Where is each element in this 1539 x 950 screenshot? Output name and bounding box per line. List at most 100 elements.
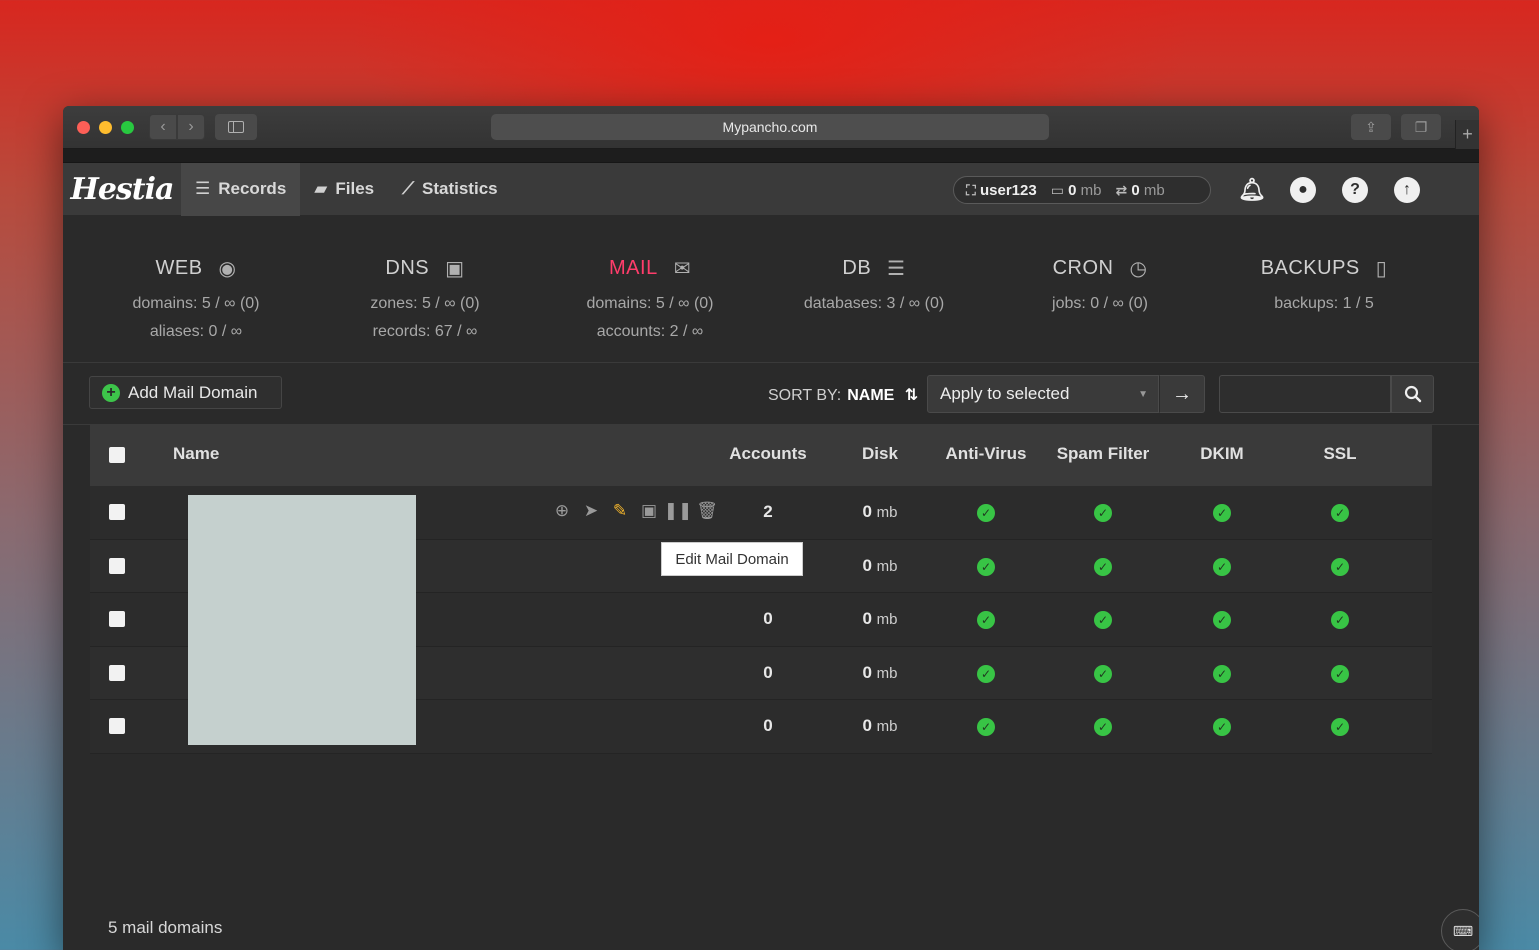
stat-backups-line1: backups: 1 / 5 xyxy=(1274,295,1374,312)
dns-records-icon[interactable]: ▣ xyxy=(639,501,659,521)
check-circle-icon: ✓ xyxy=(1213,557,1231,576)
sort-icon: ⇅ xyxy=(904,387,919,404)
disk-usage: 0 xyxy=(1068,181,1077,199)
check-circle-icon: ✓ xyxy=(977,504,995,522)
stat-web-line2: aliases: 0 / ∞ xyxy=(149,323,243,340)
disk-value: 0 xyxy=(862,555,872,575)
check-circle-icon: ✓ xyxy=(977,611,995,629)
stat-cron[interactable]: CRON ◷ jobs: 0 / ∞ (0) xyxy=(1000,256,1200,313)
nav-files-label: Files xyxy=(335,179,375,198)
mail-domain-count: 5 mail domains xyxy=(108,918,223,937)
bulk-action-placeholder: Apply to selected xyxy=(940,384,1070,403)
disk-cell: 0 mb xyxy=(840,502,920,522)
disk-cell: 0 mb xyxy=(840,556,920,576)
chevron-down-icon: ▼ xyxy=(1138,388,1148,400)
disk-value: 0 xyxy=(862,609,872,628)
add-account-icon[interactable]: ⊕ xyxy=(552,501,572,521)
new-tab-button[interactable]: + xyxy=(1455,120,1479,149)
check-circle-icon: ✓ xyxy=(1094,664,1112,683)
accounts-cell: 2 xyxy=(763,502,773,521)
stat-web[interactable]: WEB ◉ domains: 5 / ∞ (0) aliases: 0 / ∞ xyxy=(96,256,296,341)
nav-statistics-label: Statistics xyxy=(422,179,498,198)
address-bar[interactable]: Mypancho.com xyxy=(491,114,1049,140)
check-circle-icon: ✓ xyxy=(1331,557,1349,576)
search-input[interactable] xyxy=(1219,375,1391,413)
sidebar-toggle-button[interactable] xyxy=(215,114,257,140)
keyboard-shortcuts-button[interactable]: ⌨ xyxy=(1441,909,1479,950)
bandwidth-usage: 0 xyxy=(1131,181,1140,199)
check-circle-icon: ✓ xyxy=(1213,718,1231,736)
header-spam-filter: Spam Filter xyxy=(1056,444,1150,463)
suspend-icon[interactable]: ❚❚ xyxy=(664,501,693,521)
row-checkbox[interactable] xyxy=(109,611,125,627)
dkim-status: ✓ xyxy=(1170,556,1274,576)
disk-unit: mb xyxy=(876,718,898,735)
disk-unit: mb xyxy=(1080,181,1102,199)
sort-by-control[interactable]: SORT BY: NAME ⇅ xyxy=(768,385,918,405)
edit-icon[interactable]: ✎ xyxy=(610,501,630,521)
header-name[interactable]: Name xyxy=(173,444,219,464)
header-ssl: SSL xyxy=(1323,444,1357,463)
add-mail-domain-button[interactable]: + Add Mail Domain xyxy=(89,376,282,409)
close-window-button[interactable] xyxy=(77,121,90,134)
bell-icon[interactable]: 🔔︎ xyxy=(1238,177,1266,203)
user-summary[interactable]: ⛶ user123 ▭ 0 mb ⇄ 0 mb xyxy=(953,176,1211,204)
globe-icon: ◉ xyxy=(218,258,237,280)
search-button[interactable] xyxy=(1391,375,1434,413)
upload-icon[interactable]: ↑ xyxy=(1394,177,1420,203)
sort-by-value: NAME xyxy=(847,387,895,404)
forward-button[interactable]: › xyxy=(177,114,205,140)
minimize-window-button[interactable] xyxy=(99,121,112,134)
stat-db-title: DB xyxy=(842,257,872,279)
user-circle-icon[interactable]: ● xyxy=(1290,177,1316,203)
row-checkbox[interactable] xyxy=(109,504,125,520)
antivirus-status: ✓ xyxy=(936,663,1036,683)
row-checkbox[interactable] xyxy=(109,664,125,681)
row-checkbox[interactable] xyxy=(109,718,125,734)
nav-statistics[interactable]: ⟋ Statistics xyxy=(388,163,512,216)
hestia-logo[interactable]: Hestia xyxy=(63,163,181,216)
row-checkbox[interactable] xyxy=(109,557,125,574)
stat-dns[interactable]: DNS ▣ zones: 5 / ∞ (0) records: 67 / ∞ xyxy=(325,256,525,341)
stat-cron-title: CRON xyxy=(1052,257,1114,279)
nav-records[interactable]: ☰ Records xyxy=(181,162,301,216)
nav-files[interactable]: ▰ Files xyxy=(300,163,388,216)
stat-db[interactable]: DB ☰ databases: 3 / ∞ (0) xyxy=(774,256,974,313)
header-accounts: Accounts xyxy=(729,444,807,463)
check-circle-icon: ✓ xyxy=(1094,718,1112,736)
ssl-status: ✓ xyxy=(1290,556,1390,576)
spam-filter-status: ✓ xyxy=(1048,609,1158,629)
sort-by-label: SORT BY: xyxy=(768,387,842,404)
stat-cron-line1: jobs: 0 / ∞ (0) xyxy=(1052,295,1148,312)
check-circle-icon: ✓ xyxy=(1213,664,1231,683)
share-button[interactable]: ⇪ xyxy=(1351,114,1391,140)
disk-value: 0 xyxy=(862,662,872,682)
bandwidth-unit: mb xyxy=(1143,181,1165,199)
tabs-overview-button[interactable]: ❐ xyxy=(1401,114,1441,140)
stat-mail-line1: domains: 5 / ∞ (0) xyxy=(586,295,714,312)
check-circle-icon: ✓ xyxy=(977,664,995,683)
search-icon xyxy=(1404,385,1421,403)
disk-value: 0 xyxy=(862,716,872,735)
browser-titlebar: ‹ › Mypancho.com ⇪ ❐ + xyxy=(63,106,1479,149)
apply-bulk-action-button[interactable]: → xyxy=(1159,375,1205,413)
add-mail-domain-label: Add Mail Domain xyxy=(128,382,258,402)
select-all-checkbox[interactable] xyxy=(109,447,125,463)
stat-dns-line1: zones: 5 / ∞ (0) xyxy=(370,295,480,312)
bulk-action-select[interactable]: Apply to selected ▼ xyxy=(927,375,1159,413)
ssl-status: ✓ xyxy=(1290,609,1390,629)
maximize-window-button[interactable] xyxy=(121,121,134,134)
dkim-status: ✓ xyxy=(1170,663,1274,683)
database-icon: ☰ xyxy=(887,258,906,280)
stats-panel: WEB ◉ domains: 5 / ∞ (0) aliases: 0 / ∞ D… xyxy=(63,216,1479,363)
help-icon[interactable]: ? xyxy=(1342,177,1368,203)
back-button[interactable]: ‹ xyxy=(149,114,177,140)
spam-filter-status: ✓ xyxy=(1048,716,1158,736)
delete-icon[interactable]: 🗑︎ xyxy=(696,501,718,521)
check-circle-icon: ✓ xyxy=(977,557,995,576)
send-icon[interactable]: ➤ xyxy=(581,501,601,521)
check-circle-icon: ✓ xyxy=(1331,504,1349,522)
stat-mail[interactable]: MAIL ✉ domains: 5 / ∞ (0) accounts: 2 / ∞ xyxy=(550,256,750,341)
stat-backups[interactable]: BACKUPS ▯ backups: 1 / 5 xyxy=(1224,256,1424,313)
check-circle-icon: ✓ xyxy=(977,718,995,736)
